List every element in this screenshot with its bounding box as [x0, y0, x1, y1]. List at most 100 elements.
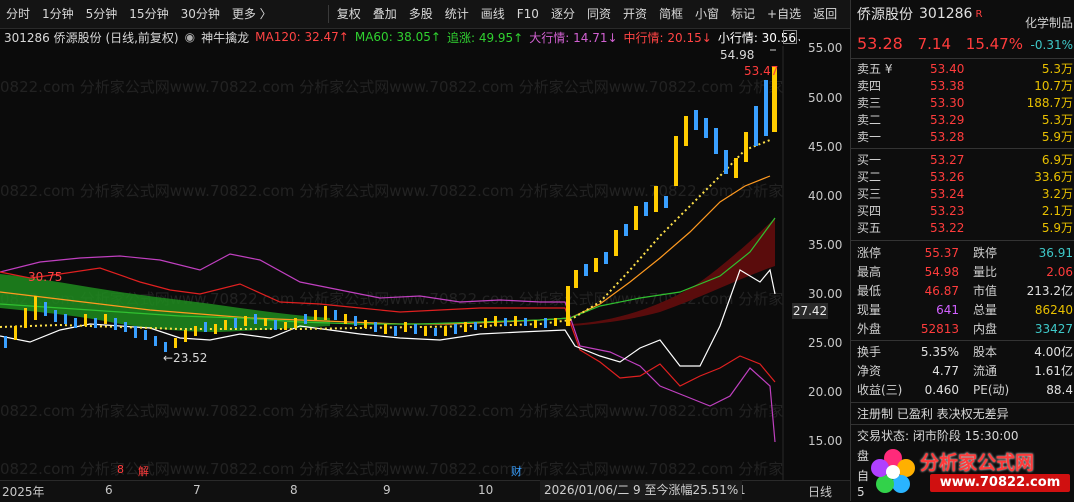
statistics-button[interactable]: 统计 [439, 0, 475, 28]
stat-label: 股本 [973, 345, 998, 359]
stat-value: 46.87 [924, 284, 959, 298]
panel-divider [851, 340, 1074, 341]
indicator-name[interactable]: 神牛擒龙 [201, 29, 249, 46]
ma60-value: MA60: 38.05↑ [354, 30, 441, 44]
r-badge: R [975, 8, 983, 20]
orderbook-volume: 5.3万 [1041, 62, 1073, 76]
event-marker-finance[interactable]: 财 [511, 463, 522, 479]
orderbook-row: 卖三 53.30 188.7万 [851, 95, 1074, 112]
restore-rights-button[interactable]: 复权 [331, 0, 367, 28]
time-tick: 7 [193, 483, 201, 497]
tab-5min[interactable]: 5分钟 [80, 0, 124, 28]
logo-url: www.70822.com [930, 474, 1070, 492]
orderbook-volume: 5.9万 [1041, 221, 1073, 235]
price-change: 7.14 [917, 35, 951, 53]
time-tick: 8 [290, 483, 298, 497]
stat-label: 市值 [973, 284, 998, 298]
overlay-button[interactable]: 叠加 [367, 0, 403, 28]
stat-label: 现量 [857, 303, 882, 317]
range-change-label: 2026/01/06/二 9 至今涨幅25.51% [540, 480, 743, 500]
candlestick-chart[interactable] [0, 46, 850, 480]
panel-divider [851, 402, 1074, 403]
tab-30min[interactable]: 30分钟 [175, 0, 226, 28]
stat-value: 213.2亿 [1026, 284, 1073, 298]
panel-divider [851, 424, 1074, 425]
draw-line-button[interactable]: 画线 [475, 0, 511, 28]
stat-label: PE(动) [973, 383, 1010, 397]
orderbook-row: 买四 53.23 2.1万 [851, 203, 1074, 220]
site-logo: 分析家公式网 www.70822.com [868, 442, 1074, 500]
stat-label: 跌停 [973, 246, 998, 260]
panel-divider [851, 240, 1074, 241]
mini-window-button[interactable]: 小窗 [689, 0, 725, 28]
stat-row: 最高 54.98 量比 2.06 [851, 263, 1074, 282]
stat-value: 4.00亿 [1034, 345, 1073, 359]
orderbook-price: 53.28 [930, 130, 965, 144]
logo-title: 分析家公式网 [920, 452, 1035, 474]
orderbook-row: 买五 53.22 5.9万 [851, 220, 1074, 237]
orderbook-label: 卖一 [857, 130, 882, 144]
stock-name: 侨源股份 [857, 7, 913, 23]
f10-button[interactable]: F10 [511, 0, 545, 28]
axis-tick-40: 40.00 [808, 189, 843, 203]
tab-15min[interactable]: 15分钟 [123, 0, 174, 28]
chart-title: 301286 侨源股份 (日线,前复权) [4, 30, 179, 45]
sector-name[interactable]: 化学制品 [1025, 14, 1073, 31]
orderbook-row: 卖一 53.28 5.9万 [851, 129, 1074, 146]
axis-tick-55: 55.00 [808, 41, 843, 55]
add-watchlist-button[interactable]: +自选 [761, 0, 807, 28]
orderbook-price: 53.23 [930, 204, 965, 218]
stat-value: 1.61亿 [1034, 364, 1073, 378]
per-minute-button[interactable]: 逐分 [545, 0, 581, 28]
panel-divider [851, 148, 1074, 149]
stat-row: 涨停 55.37 跌停 36.91 [851, 244, 1074, 263]
mark-button[interactable]: 标记 [725, 0, 761, 28]
stat-value: 4.77 [932, 364, 959, 378]
orderbook-price: 53.26 [930, 170, 965, 184]
chase-value: 追涨: 49.95↑ [446, 30, 524, 45]
open-capital-button[interactable]: 开资 [617, 0, 653, 28]
stat-value: 55.37 [924, 246, 959, 260]
orderbook-price: 53.38 [930, 79, 965, 93]
orderbook-row: 买二 53.26 33.6万 [851, 169, 1074, 186]
stat-row: 收益(三) 0.460 PE(动) 88.4 [851, 381, 1074, 400]
orderbook-volume: 33.6万 [1034, 170, 1073, 184]
price-line: 53.28 7.14 15.47% [857, 34, 1033, 53]
stat-value: 0.460 [924, 383, 959, 397]
orderbook-row: 买一 53.27 6.9万 [851, 152, 1074, 169]
tab-more[interactable]: 更多 〉 [226, 0, 278, 28]
high-price-mark: 54.98 [720, 48, 755, 62]
multi-stock-button[interactable]: 多股 [403, 0, 439, 28]
axis-tick-20: 20.00 [808, 385, 843, 399]
simple-frame-button[interactable]: 简框 [653, 0, 689, 28]
same-capital-button[interactable]: 同资 [581, 0, 617, 28]
left-price-mark: 30.75 [28, 270, 63, 284]
stat-label: 流通 [973, 364, 998, 378]
time-tick: 2025年 [2, 485, 45, 499]
orderbook-volume: 10.7万 [1034, 79, 1073, 93]
orderbook-volume: 5.9万 [1041, 130, 1073, 144]
current-price-tag: 27.42 [792, 303, 828, 319]
event-marker-8[interactable]: 8 [117, 463, 124, 476]
stat-label: 最低 [857, 284, 882, 298]
stat-label: 净资 [857, 364, 882, 378]
orderbook-row: 买三 53.24 3.2万 [851, 186, 1074, 203]
indicator-toggle-icon[interactable]: ◉ [185, 30, 195, 44]
collapse-panel-button[interactable]: › [783, 30, 797, 44]
last-price: 53.28 [857, 34, 903, 53]
period-label[interactable]: 日线 [808, 483, 832, 500]
orderbook-price: 53.29 [930, 113, 965, 127]
orderbook-volume: 3.2万 [1041, 187, 1073, 201]
tab-intraday[interactable]: 分时 [0, 0, 36, 28]
axis-tick-30: 30.00 [808, 287, 843, 301]
orderbook-label: 卖四 [857, 79, 882, 93]
panel-divider [851, 58, 1074, 59]
tab-1min[interactable]: 1分钟 [36, 0, 80, 28]
big-trend-value: 大行情: 14.71↓ [529, 30, 618, 45]
orderbook-volume: 188.7万 [1026, 96, 1073, 110]
event-marker-unlock[interactable]: 解 [138, 463, 149, 479]
orderbook-label: 卖二 [857, 113, 882, 127]
orderbook-volume: 2.1万 [1041, 204, 1073, 218]
stat-label: 换手 [857, 345, 882, 359]
stat-label: 总量 [973, 303, 998, 317]
